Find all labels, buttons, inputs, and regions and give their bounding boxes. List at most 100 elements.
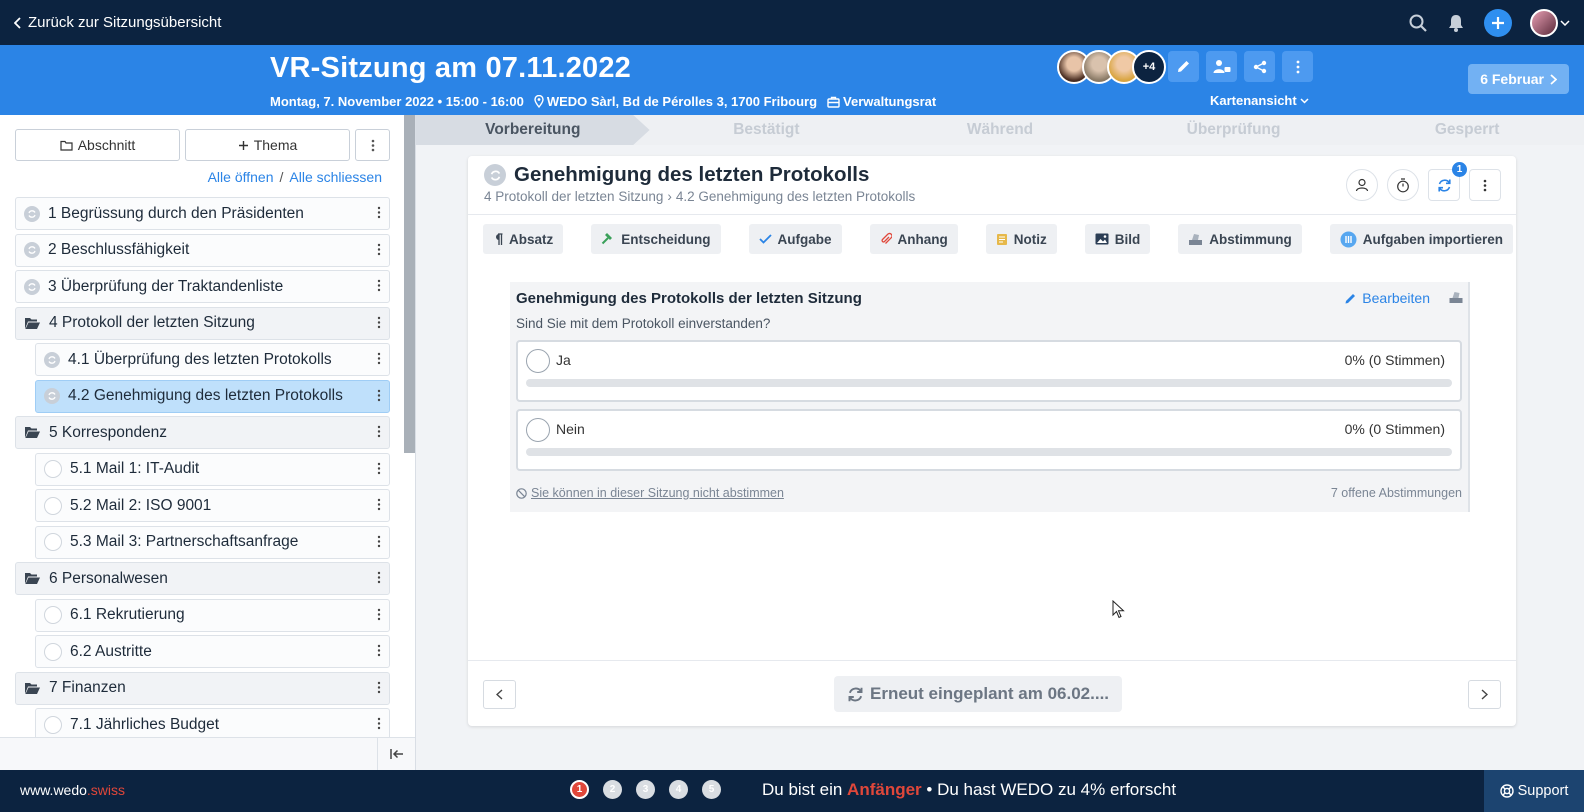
sync-button[interactable]: 1 bbox=[1428, 162, 1467, 201]
kebab-icon[interactable] bbox=[377, 644, 381, 657]
collapse-sidebar-button[interactable] bbox=[377, 738, 415, 770]
agenda-item-label: 3 Überprüfung der Traktandenliste bbox=[48, 277, 284, 295]
edit-vote-link[interactable]: Bearbeiten bbox=[1344, 290, 1430, 306]
meeting-location: WEDO Sàrl, Bd de Pérolles 3, 1700 Fribou… bbox=[534, 94, 817, 109]
agenda-section[interactable]: 7 Finanzen bbox=[15, 671, 390, 705]
support-label: Support bbox=[1517, 783, 1569, 799]
user-lock-icon bbox=[1213, 60, 1230, 73]
agenda-section[interactable]: 6 Personalwesen bbox=[15, 562, 390, 595]
brand-link[interactable]: www.wedo.swiss bbox=[20, 782, 125, 798]
kebab-icon[interactable] bbox=[377, 425, 381, 438]
progress-text-after: • Du hast WEDO zu 4% erforscht bbox=[921, 780, 1177, 799]
chevron-left-icon bbox=[496, 689, 503, 700]
insert-paragraph-button[interactable]: Absatz bbox=[483, 224, 564, 254]
timer-button[interactable] bbox=[1387, 169, 1419, 201]
agenda-item[interactable]: 6.1 Rekrutierung bbox=[35, 598, 390, 632]
user-icon bbox=[1355, 178, 1369, 192]
agenda-section[interactable]: 5 Korrespondenz bbox=[15, 416, 390, 449]
kebab-icon[interactable] bbox=[377, 608, 381, 621]
insert-vote-button[interactable]: Abstimmung bbox=[1178, 224, 1302, 254]
kebab-icon[interactable] bbox=[377, 498, 381, 511]
level-badge: 2 bbox=[603, 780, 622, 799]
kebab-icon[interactable] bbox=[377, 352, 381, 365]
top-bar: Zurück zur Sitzungsübersicht bbox=[0, 0, 1584, 45]
chevron-down-icon bbox=[1560, 19, 1570, 26]
agenda-item[interactable]: 5.2 Mail 2: ISO 9001 bbox=[35, 489, 390, 522]
chevron-right-icon bbox=[1550, 73, 1557, 85]
topic-heading: Genehmigung des letzten Protokolls bbox=[484, 163, 869, 187]
chevron-left-icon bbox=[14, 16, 21, 29]
ballot-box-icon bbox=[1189, 233, 1203, 245]
kebab-icon[interactable] bbox=[377, 571, 381, 584]
assign-user-button[interactable] bbox=[1346, 169, 1378, 201]
view-mode-dropdown[interactable]: Kartenansicht bbox=[1210, 93, 1309, 108]
agenda-item[interactable]: 6.2 Austritte bbox=[35, 635, 390, 668]
agenda-item[interactable]: 5.3 Mail 3: Partnerschaftsanfrage bbox=[35, 525, 390, 559]
kebab-icon[interactable] bbox=[377, 389, 381, 402]
folder-open-icon bbox=[25, 317, 40, 329]
rescheduled-button[interactable]: Erneut eingeplant am 06.02.... bbox=[834, 676, 1123, 712]
add-topic-button[interactable]: Thema bbox=[185, 129, 350, 161]
kebab-icon[interactable] bbox=[377, 206, 381, 219]
participants-button[interactable] bbox=[1206, 51, 1237, 82]
step-preparation[interactable]: Vorbereitung bbox=[416, 115, 650, 145]
kebab-icon[interactable] bbox=[377, 279, 381, 292]
search-icon[interactable] bbox=[1408, 13, 1428, 33]
agenda-item[interactable]: 5.1 Mail 1: IT-Audit bbox=[35, 452, 390, 486]
add-button[interactable] bbox=[1484, 8, 1512, 37]
insert-note-button[interactable]: Notiz bbox=[985, 224, 1057, 254]
insert-image-button[interactable]: Bild bbox=[1084, 224, 1151, 254]
support-button[interactable]: Support bbox=[1484, 770, 1584, 812]
next-topic-button[interactable] bbox=[1468, 680, 1501, 709]
agenda-item[interactable]: 2 Beschlussfähigkeit bbox=[15, 233, 390, 267]
agenda-item[interactable]: 1 Begrüssung durch den Präsidenten bbox=[15, 197, 390, 230]
open-all-link[interactable]: Alle öffnen bbox=[208, 169, 274, 185]
user-menu[interactable] bbox=[1530, 8, 1570, 37]
topic-more-button[interactable] bbox=[1469, 169, 1501, 201]
vote-radio[interactable] bbox=[526, 418, 550, 442]
participants[interactable]: +4 bbox=[1057, 50, 1166, 84]
meeting-status-stepper: Vorbereitung Bestätigt Während Überprüfu… bbox=[416, 115, 1584, 145]
agenda-item-label: 7.1 Jährliches Budget bbox=[70, 715, 220, 733]
kebab-icon[interactable] bbox=[377, 681, 381, 694]
more-options-button[interactable] bbox=[1282, 51, 1313, 82]
agenda-section[interactable]: 4 Protokoll der letzten Sitzung bbox=[15, 306, 390, 340]
bell-icon[interactable] bbox=[1446, 13, 1466, 33]
step-during[interactable]: Während bbox=[883, 115, 1117, 145]
topic-card: Genehmigung des letzten Protokolls 4 Pro… bbox=[468, 156, 1516, 726]
sidebar-scrollbar[interactable] bbox=[404, 115, 415, 453]
folder-open-icon bbox=[25, 427, 40, 438]
previous-topic-button[interactable] bbox=[483, 680, 516, 709]
vote-option-yes[interactable]: Ja 0% (0 Stimmen) bbox=[516, 340, 1462, 402]
step-confirmed[interactable]: Bestätigt bbox=[650, 115, 884, 145]
kebab-icon[interactable] bbox=[377, 462, 381, 475]
vote-radio[interactable] bbox=[526, 349, 550, 373]
agenda-item[interactable]: 3 Überprüfung der Traktandenliste bbox=[15, 270, 390, 303]
agenda-item[interactable]: 4.1 Überprüfung des letzten Protokolls bbox=[35, 343, 390, 376]
next-meeting-button[interactable]: 6 Februar bbox=[1468, 64, 1569, 94]
pencil-icon bbox=[1178, 61, 1189, 72]
kebab-icon[interactable] bbox=[377, 535, 381, 548]
add-section-button[interactable]: Abschnitt bbox=[15, 129, 180, 161]
edit-meeting-button[interactable] bbox=[1168, 51, 1199, 82]
kebab-icon[interactable] bbox=[377, 316, 381, 329]
vote-result-bar bbox=[526, 448, 1452, 456]
kebab-icon[interactable] bbox=[377, 243, 381, 256]
vote-block: Genehmigung des Protokolls der letzten S… bbox=[510, 282, 1470, 512]
agenda-item-active[interactable]: 4.2 Genehmigung des letzten Protokolls bbox=[35, 379, 390, 413]
back-to-overview-link[interactable]: Zurück zur Sitzungsübersicht bbox=[14, 14, 221, 31]
step-review[interactable]: Überprüfung bbox=[1117, 115, 1351, 145]
share-button[interactable] bbox=[1244, 51, 1275, 82]
import-tasks-button[interactable]: Aufgaben importieren bbox=[1329, 224, 1514, 254]
sidebar-more-button[interactable] bbox=[355, 129, 390, 161]
close-all-link[interactable]: Alle schliessen bbox=[289, 169, 382, 185]
breadcrumb-parent[interactable]: 4 Protokoll der letzten Sitzung bbox=[484, 189, 663, 204]
insert-decision-button[interactable]: Entscheidung bbox=[591, 224, 721, 254]
insert-attachment-button[interactable]: Anhang bbox=[869, 224, 958, 254]
kebab-icon[interactable] bbox=[377, 717, 381, 730]
insert-task-button[interactable]: Aufgabe bbox=[748, 224, 842, 254]
step-locked[interactable]: Gesperrt bbox=[1350, 115, 1584, 145]
vote-option-no[interactable]: Nein 0% (0 Stimmen) bbox=[516, 409, 1462, 471]
insert-image-label: Bild bbox=[1114, 231, 1141, 247]
cannot-vote-notice[interactable]: Sie können in dieser Sitzung nicht absti… bbox=[516, 486, 784, 500]
